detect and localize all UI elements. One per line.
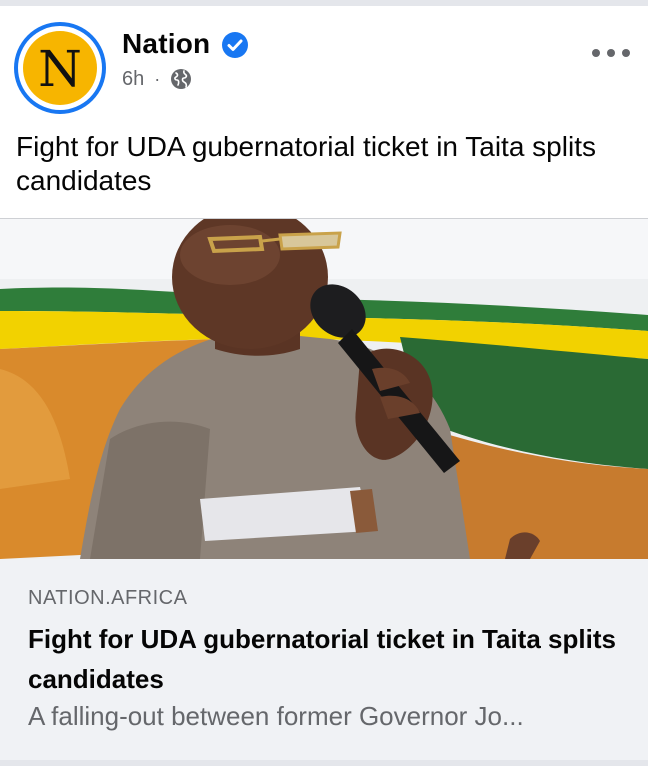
page-avatar[interactable]: N <box>14 22 106 114</box>
speaker-photo <box>0 219 648 559</box>
post-caption: Fight for UDA gubernatorial ticket in Ta… <box>16 131 596 196</box>
avatar-logo-letter: N <box>38 40 82 98</box>
link-preview[interactable]: NATION.AFRICA Fight for UDA gubernatoria… <box>0 559 648 760</box>
link-preview-image[interactable] <box>0 219 648 559</box>
post-card: N Nation 6h · Fight for UDA gubernatoria… <box>0 0 648 766</box>
more-options-icon[interactable] <box>592 46 630 60</box>
post-header: N Nation 6h · <box>0 6 648 116</box>
page-name-link[interactable]: Nation <box>122 28 210 60</box>
link-title[interactable]: Fight for UDA gubernatorial ticket in Ta… <box>28 619 628 699</box>
meta-separator: · <box>154 68 161 89</box>
link-domain: NATION.AFRICA <box>28 587 188 609</box>
verified-badge-icon <box>222 32 248 58</box>
post-meta: 6h · <box>122 66 192 92</box>
post-timestamp[interactable]: 6h <box>122 68 144 91</box>
link-description: A falling-out between former Governor Jo… <box>28 701 524 731</box>
feed-divider-bottom <box>0 760 648 766</box>
globe-icon[interactable] <box>170 68 192 90</box>
